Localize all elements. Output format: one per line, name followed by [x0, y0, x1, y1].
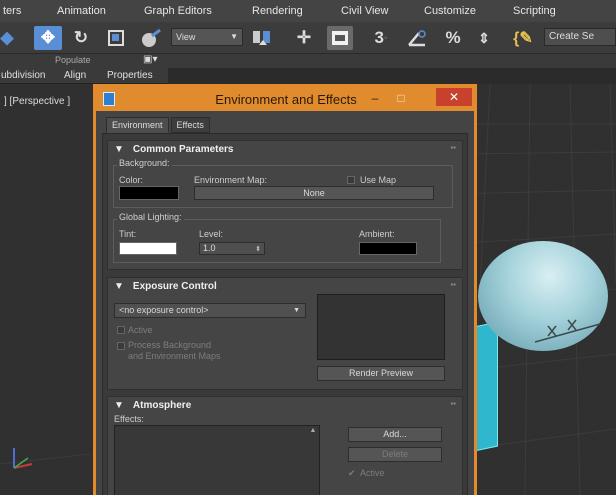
- exposure-active-label: Active: [128, 325, 153, 335]
- dialog-titlebar[interactable]: Environment and Effects – □ ✕: [96, 87, 474, 111]
- reference-coordinate-dropdown[interactable]: View ▼: [171, 28, 243, 46]
- color-label: Color:: [119, 175, 144, 185]
- percent-snap-label: %: [445, 28, 461, 47]
- process-background-label-line1: Process Background: [128, 340, 212, 350]
- rollout-collapse-icon: ▼: [114, 144, 124, 155]
- atmosphere-active-checkmark-icon: ✔: [348, 468, 356, 478]
- keyboard-shortcut-override-icon[interactable]: [327, 26, 353, 50]
- main-toolbar: ◆ ✥ ↻ View ▼ ✛ 3 ◦ % ⇕ {✎ Create Se: [0, 22, 616, 54]
- move-icon[interactable]: ✥: [34, 26, 62, 50]
- render-preview-button[interactable]: Render Preview: [317, 366, 445, 381]
- environment-map-label: Environment Map:: [194, 175, 268, 185]
- menu-item-civil-view[interactable]: Civil View: [341, 5, 388, 17]
- atmosphere-title: Atmosphere: [132, 400, 192, 411]
- global-lighting-group-label: Global Lighting:: [117, 212, 184, 222]
- menu-item-rendering[interactable]: Rendering: [252, 5, 303, 17]
- rollout-collapse-icon: ▼: [114, 281, 124, 292]
- exposure-control-header[interactable]: ▼ Exposure Control: [114, 281, 217, 292]
- common-parameters-header[interactable]: ▼ Common Parameters: [114, 144, 234, 155]
- menu-item-graph-editors[interactable]: Graph Editors: [144, 5, 212, 17]
- snaps-toggle-label: 3: [374, 28, 384, 47]
- rollout-collapse-icon: ▼: [114, 400, 124, 411]
- menu-item-filters[interactable]: ters: [3, 5, 21, 17]
- level-spinner[interactable]: 1.0 ⬍: [199, 242, 265, 255]
- exposure-control-dropdown[interactable]: <no exposure control> ▼: [114, 303, 306, 318]
- create-selection-set-field[interactable]: Create Se: [544, 28, 616, 46]
- effects-label: Effects:: [114, 414, 144, 424]
- exposure-control-rollout: ▼ Exposure Control ▪▪ <no exposure contro…: [107, 277, 463, 390]
- edit-named-selection-icon[interactable]: {✎: [508, 26, 538, 50]
- atmosphere-header[interactable]: ▼ Atmosphere: [114, 400, 191, 411]
- rollout-pin-icon: ▪▪: [450, 399, 456, 408]
- select-icon[interactable]: ◆: [0, 26, 14, 50]
- menu-item-scripting[interactable]: Scripting: [513, 5, 556, 17]
- ribbon-subtabs: ubdivision Align Properties: [0, 68, 168, 84]
- rollout-pin-icon: ▪▪: [450, 143, 456, 152]
- atmosphere-active-label[interactable]: Active: [360, 468, 385, 478]
- subdivision-tab[interactable]: ubdivision: [1, 70, 45, 81]
- exposure-preview-window: [317, 294, 445, 360]
- chevron-down-icon: ▼: [230, 32, 238, 41]
- menu-item-customize[interactable]: Customize: [424, 5, 476, 17]
- spinner-arrows-icon: ⬍: [255, 246, 261, 253]
- background-group: Background: Color: Environment Map: Use …: [113, 158, 453, 208]
- global-lighting-group: Global Lighting: Tint: Level: 1.0 ⬍ Ambie…: [113, 212, 441, 263]
- pivot-center-icon[interactable]: [250, 26, 276, 50]
- percent-snap-icon[interactable]: %: [440, 26, 466, 50]
- process-background-checkbox[interactable]: [117, 342, 125, 350]
- exposure-active-checkbox[interactable]: [117, 326, 125, 334]
- reference-coordinate-value: View: [176, 32, 196, 42]
- common-parameters-title: Common Parameters: [132, 144, 234, 155]
- menu-item-animation[interactable]: Animation: [57, 5, 106, 17]
- tab-environment[interactable]: Environment: [106, 117, 169, 133]
- ribbon-options-icon[interactable]: ▣▾: [143, 54, 157, 65]
- close-button[interactable]: ✕: [436, 88, 472, 106]
- environment-effects-dialog: Environment and Effects – □ ✕ Environmen…: [93, 84, 477, 495]
- background-group-label: Background:: [117, 158, 172, 168]
- align-tab[interactable]: Align: [64, 70, 86, 81]
- angle-snap-icon[interactable]: [403, 26, 431, 50]
- background-color-swatch[interactable]: [119, 186, 179, 200]
- ambient-color-swatch[interactable]: [359, 242, 417, 255]
- level-label: Level:: [199, 229, 224, 239]
- app-icon: [103, 92, 115, 106]
- chevron-down-icon: ▼: [293, 307, 300, 314]
- process-background-label-line2: and Environment Maps: [128, 351, 221, 361]
- environment-tab-panel: ▼ Common Parameters ▪▪ Background: Color:…: [102, 133, 468, 495]
- rollout-pin-icon: ▪▪: [450, 280, 456, 289]
- level-value: 1.0: [203, 243, 216, 253]
- tint-label: Tint:: [119, 229, 137, 239]
- snaps-toggle-icon[interactable]: 3 ◦: [366, 26, 396, 50]
- environment-map-button[interactable]: None: [194, 186, 434, 200]
- ribbon-row: Populate ▣▾: [0, 54, 616, 68]
- use-map-checkbox[interactable]: [347, 176, 355, 184]
- add-effect-button[interactable]: Add...: [348, 427, 442, 442]
- exposure-control-value: <no exposure control>: [119, 305, 209, 315]
- scale-icon[interactable]: [104, 26, 128, 50]
- atmosphere-effects-list[interactable]: ▲: [114, 425, 320, 495]
- maximize-button[interactable]: □: [390, 89, 412, 107]
- menu-bar: ters Animation Graph Editors Rendering C…: [0, 0, 616, 22]
- populate-tab[interactable]: Populate: [55, 55, 91, 65]
- tint-color-swatch[interactable]: [119, 242, 177, 255]
- select-manipulate-icon[interactable]: ✛: [290, 26, 318, 50]
- dialog-tabs: Environment Effects: [106, 117, 212, 133]
- delete-effect-button[interactable]: Delete: [348, 447, 442, 462]
- scroll-up-icon[interactable]: ▲: [308, 427, 318, 437]
- spinner-snap-icon[interactable]: ⇕: [472, 26, 496, 50]
- rotate-icon[interactable]: ↻: [70, 26, 92, 50]
- exposure-control-title: Exposure Control: [132, 281, 217, 292]
- use-map-label: Use Map: [360, 175, 397, 185]
- common-parameters-rollout: ▼ Common Parameters ▪▪ Background: Color:…: [107, 140, 463, 270]
- ambient-label: Ambient:: [359, 229, 395, 239]
- tab-effects[interactable]: Effects: [170, 117, 210, 133]
- minimize-button[interactable]: –: [364, 89, 386, 107]
- placement-icon[interactable]: [138, 26, 164, 50]
- atmosphere-rollout: ▼ Atmosphere ▪▪ Effects: ▲ Add... Delete …: [107, 396, 463, 495]
- properties-tab[interactable]: Properties: [107, 70, 153, 81]
- axis-tripod-icon: [13, 448, 33, 469]
